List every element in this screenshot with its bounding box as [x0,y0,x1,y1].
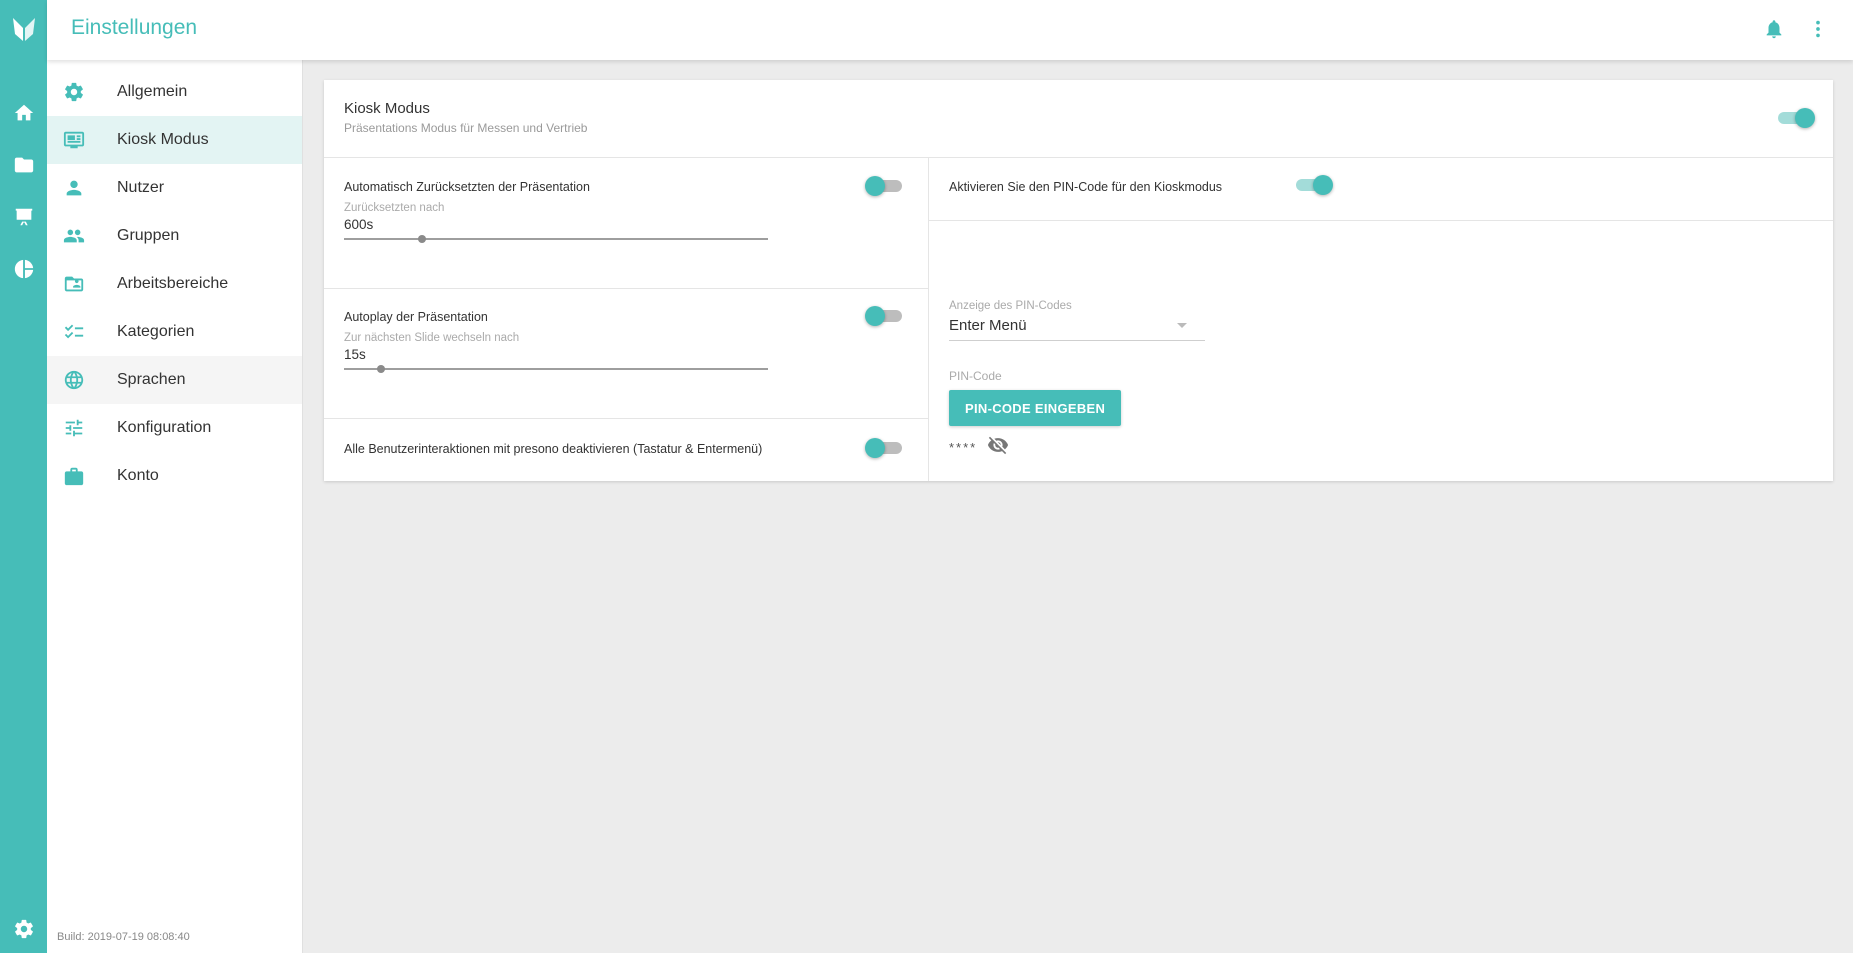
page-title: Einstellungen [71,16,198,39]
card-title: Kiosk Modus [344,100,430,117]
pin-masked-value: **** [949,440,978,455]
folder-icon[interactable] [0,148,47,182]
menu-item-label: Allgemein [117,83,188,100]
pin-enable-toggle[interactable] [1293,175,1333,195]
next-slide-slider[interactable] [344,363,768,375]
disable-interactions-label: Alle Benutzerinteraktionen mit presono d… [344,442,763,456]
pin-display-value: Enter Menü [949,317,1027,334]
build-info: Build: 2019-07-19 08:08:40 [57,931,190,943]
menu-item-label: Arbeitsbereiche [117,275,229,292]
tune-icon [63,417,85,439]
pin-code-label: PIN-Code [949,369,1002,383]
briefcase-icon [63,465,85,487]
menu-item-label: Konfiguration [117,419,212,436]
next-slide-slider-knob[interactable] [376,365,385,373]
menu-item-label: Gruppen [117,227,180,244]
menu-item-label: Kategorien [117,323,195,340]
pin-enable-section: Aktivieren Sie den PIN-Code für den Kios… [929,158,1833,221]
autoplay-section: Autoplay der Präsentation Zur nächsten S… [324,289,928,419]
kiosk-right-column: Aktivieren Sie den PIN-Code für den Kios… [929,158,1833,481]
reset-after-label: Zurücksetzten nach [344,202,445,214]
card-subtitle: Präsentations Modus für Messen und Vertr… [344,121,588,135]
folder-shared-icon [63,273,85,295]
menu-item-label: Sprachen [117,371,186,388]
menu-item-allgemein[interactable]: Allgemein [47,68,302,116]
reset-after-slider-knob[interactable] [418,235,427,243]
card-header: Kiosk Modus Präsentations Modus für Mess… [324,80,1833,158]
disable-interactions-section: Alle Benutzerinteraktionen mit presono d… [324,419,928,481]
menu-item-kategorien[interactable]: Kategorien [47,308,302,356]
menu-item-label: Kiosk Modus [117,131,209,148]
menu-item-gruppen[interactable]: Gruppen [47,212,302,260]
menu-item-konto[interactable]: Konto [47,452,302,500]
pin-display-select[interactable]: Enter Menü [949,311,1205,341]
pin-enable-label: Aktivieren Sie den PIN-Code für den Kios… [949,180,1223,194]
menu-item-nutzer[interactable]: Nutzer [47,164,302,212]
menu-item-arbeitsbereiche[interactable]: Arbeitsbereiche [47,260,302,308]
top-bar: Einstellungen [47,0,1853,60]
menu-item-sprachen[interactable]: Sprachen [47,356,302,404]
settings-gear-icon[interactable] [0,912,47,946]
pie-chart-icon[interactable] [0,252,47,286]
menu-item-label: Konto [117,467,159,484]
monitor-icon [63,129,85,151]
kiosk-settings-card: Kiosk Modus Präsentations Modus für Mess… [324,80,1833,481]
kiosk-mode-toggle[interactable] [1775,108,1815,128]
app-rail [0,0,47,953]
disable-interactions-toggle[interactable] [865,438,905,458]
gear-icon [63,81,85,103]
menu-item-kiosk-modus[interactable]: Kiosk Modus [47,116,302,164]
visibility-off-icon[interactable] [985,432,1011,458]
fox-logo-icon[interactable] [0,0,47,57]
more-vertical-icon[interactable] [1805,16,1831,42]
menu-item-label: Nutzer [117,179,165,196]
person-icon [63,177,85,199]
reset-after-slider[interactable] [344,233,768,245]
enter-pin-button[interactable]: PIN-CODE EINGEBEN [949,390,1122,426]
settings-menu: Allgemein Kiosk Modus Nutzer Gruppen Arb… [47,60,303,953]
reset-after-value: 600s [344,217,374,232]
checklist-icon [63,321,85,343]
autoplay-label: Autoplay der Präsentation [344,310,488,324]
autoplay-toggle[interactable] [865,306,905,326]
auto-reset-label: Automatisch Zurücksetzten der Präsentati… [344,180,590,194]
menu-item-konfiguration[interactable]: Konfiguration [47,404,302,452]
people-icon [63,225,85,247]
chevron-down-icon [1177,323,1187,328]
auto-reset-section: Automatisch Zurücksetzten der Präsentati… [324,158,928,289]
next-slide-value: 15s [344,347,366,362]
globe-icon [63,369,85,391]
home-icon[interactable] [0,96,47,130]
bell-icon[interactable] [1761,16,1787,42]
auto-reset-toggle[interactable] [865,176,905,196]
next-slide-label: Zur nächsten Slide wechseln nach [344,332,520,344]
presentation-icon[interactable] [0,200,47,234]
kiosk-left-column: Automatisch Zurücksetzten der Präsentati… [324,158,929,481]
